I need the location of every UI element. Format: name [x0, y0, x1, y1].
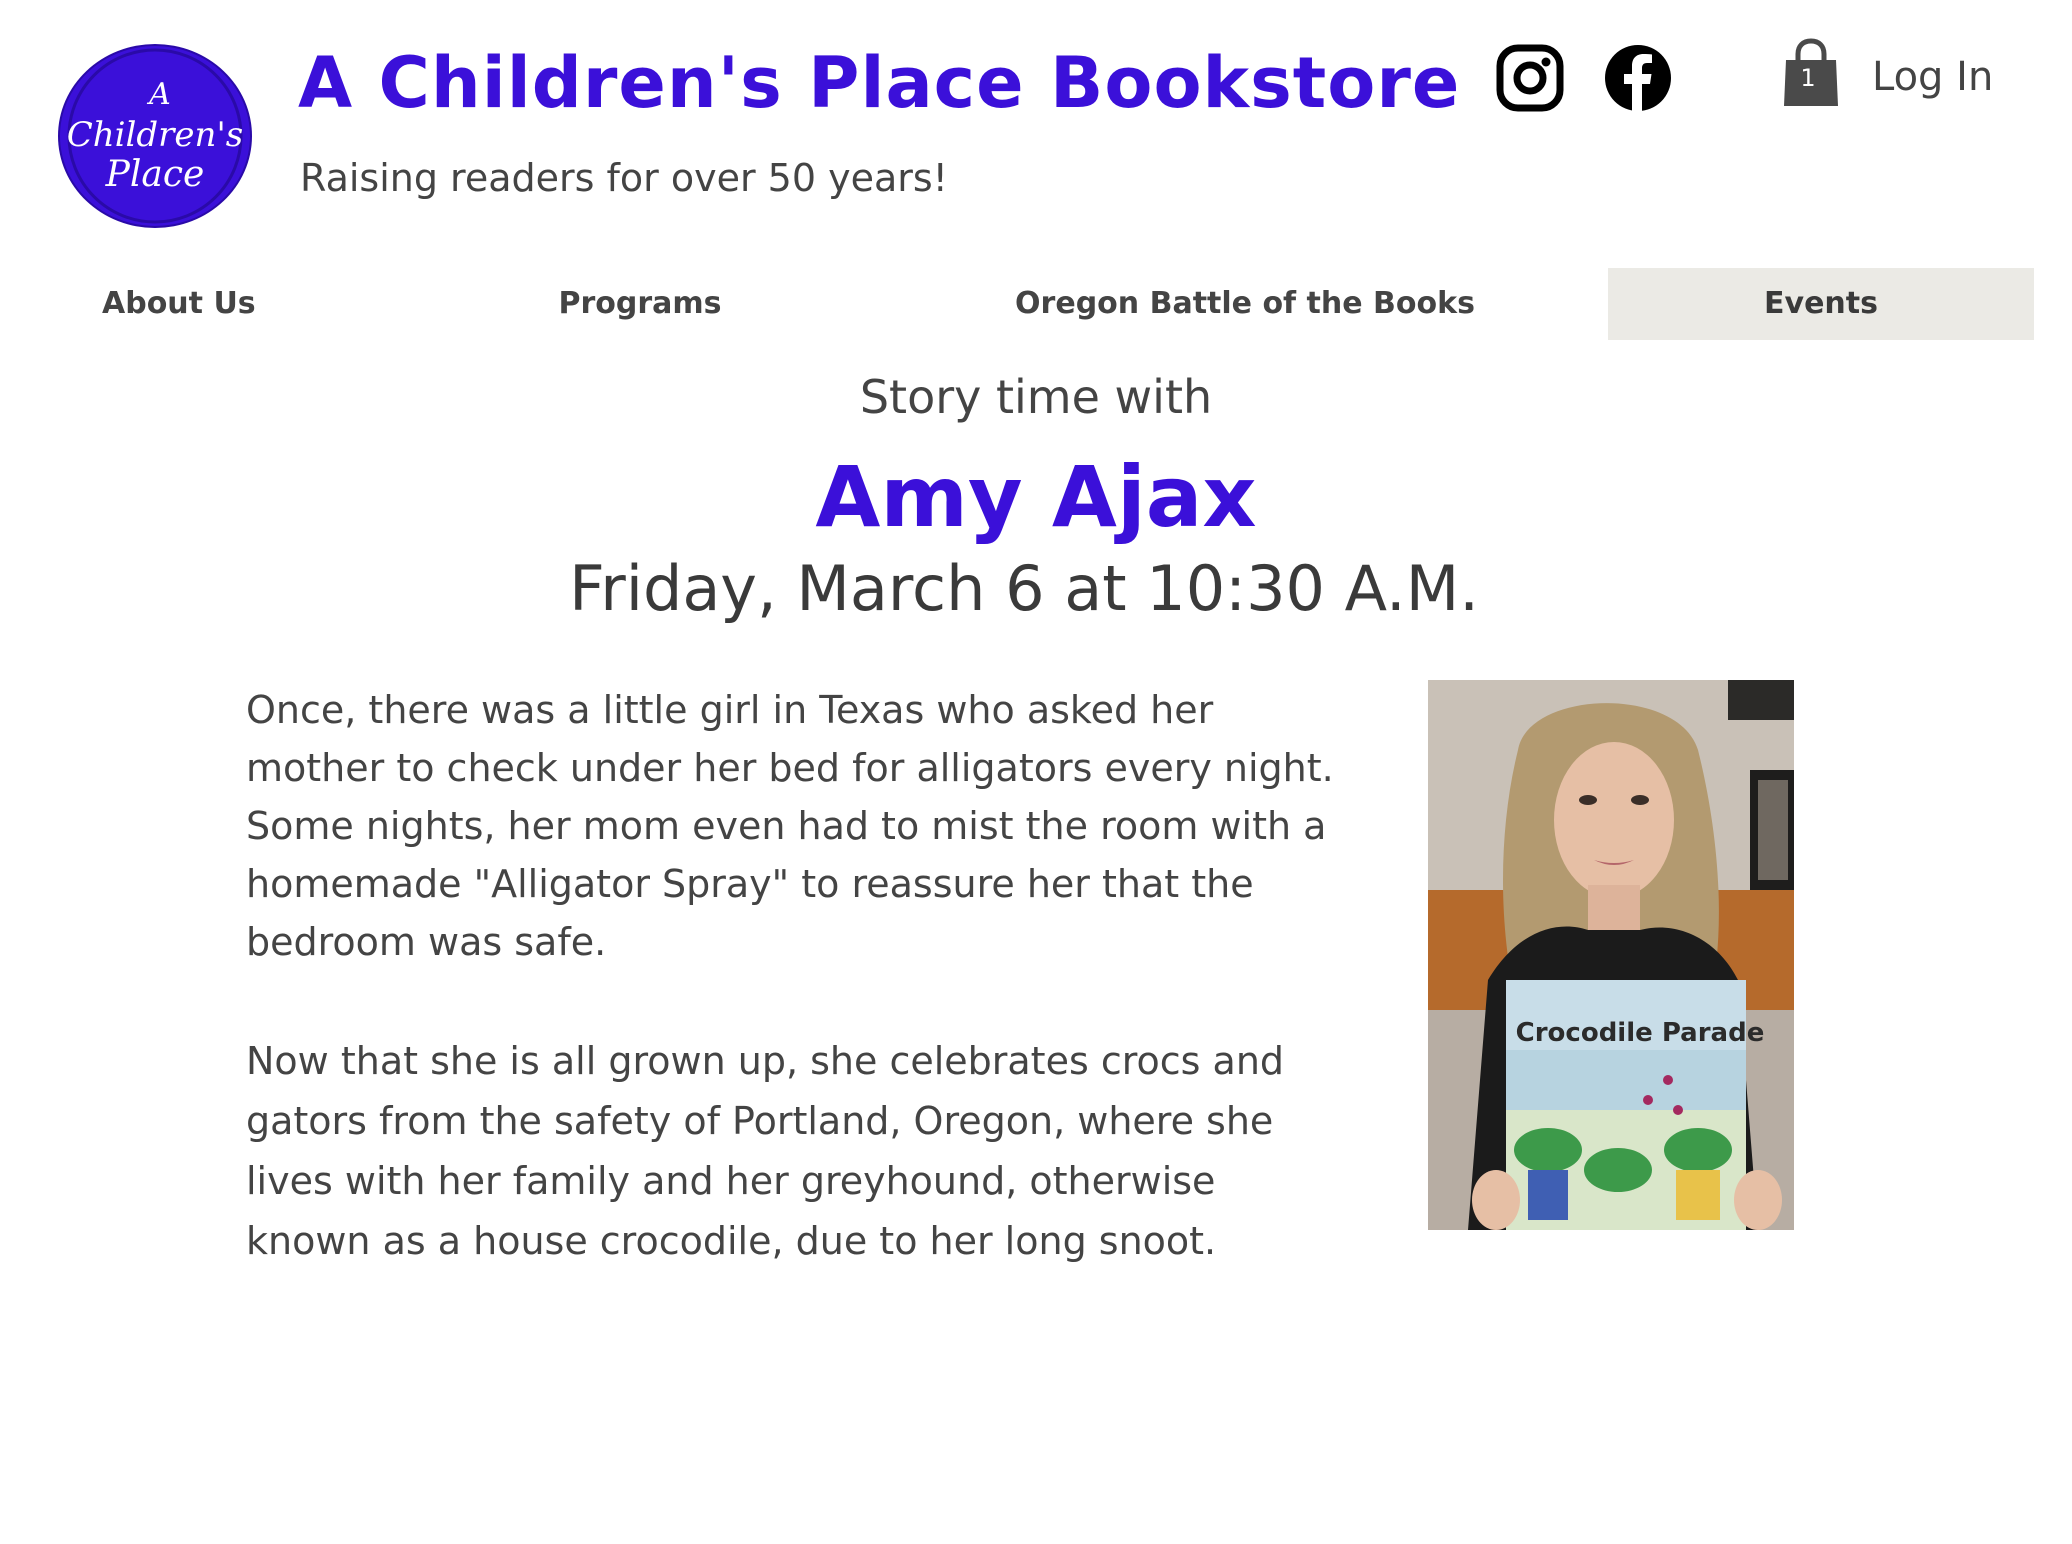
nav-item-events[interactable]: Events — [1608, 268, 2034, 340]
logo[interactable]: A Children's Place — [60, 46, 250, 226]
nav-item-about-us[interactable]: About Us — [60, 268, 322, 340]
site-title[interactable]: A Children's Place Bookstore — [298, 42, 1460, 124]
instagram-icon[interactable] — [1496, 44, 1564, 112]
site-tagline: Raising readers for over 50 years! — [300, 156, 948, 200]
nav-item-oregon-battle-of-the-books[interactable]: Oregon Battle of the Books — [1010, 268, 1480, 340]
event-description-paragraph: Now that she is all grown up, she celebr… — [246, 1039, 1285, 1263]
page: A Children's Place A Children's Place Bo… — [0, 0, 2072, 1544]
cart-count-badge: 1 — [1800, 64, 1816, 92]
svg-text:Children's: Children's — [67, 115, 244, 155]
login-button[interactable]: Log In — [1872, 54, 1993, 100]
svg-text:Place: Place — [105, 154, 205, 195]
svg-text:A: A — [146, 77, 171, 112]
author-name: Amy Ajax — [815, 448, 1257, 546]
author-photo — [1428, 680, 1794, 1230]
book-title: Crocodile Parade — [1515, 1018, 1765, 1048]
nav-item-programs[interactable]: Programs — [520, 268, 760, 340]
logo-graphic: A Children's Place — [67, 48, 244, 224]
event-intro: Story time with — [859, 370, 1213, 424]
facebook-icon[interactable] — [1604, 44, 1672, 112]
author-photo-graphic — [1428, 680, 1794, 1230]
event-date: Friday, March 6 at 10:30 A.M. — [569, 552, 1479, 625]
event-description-paragraph: Once, there was a little girl in Texas w… — [246, 688, 1334, 964]
